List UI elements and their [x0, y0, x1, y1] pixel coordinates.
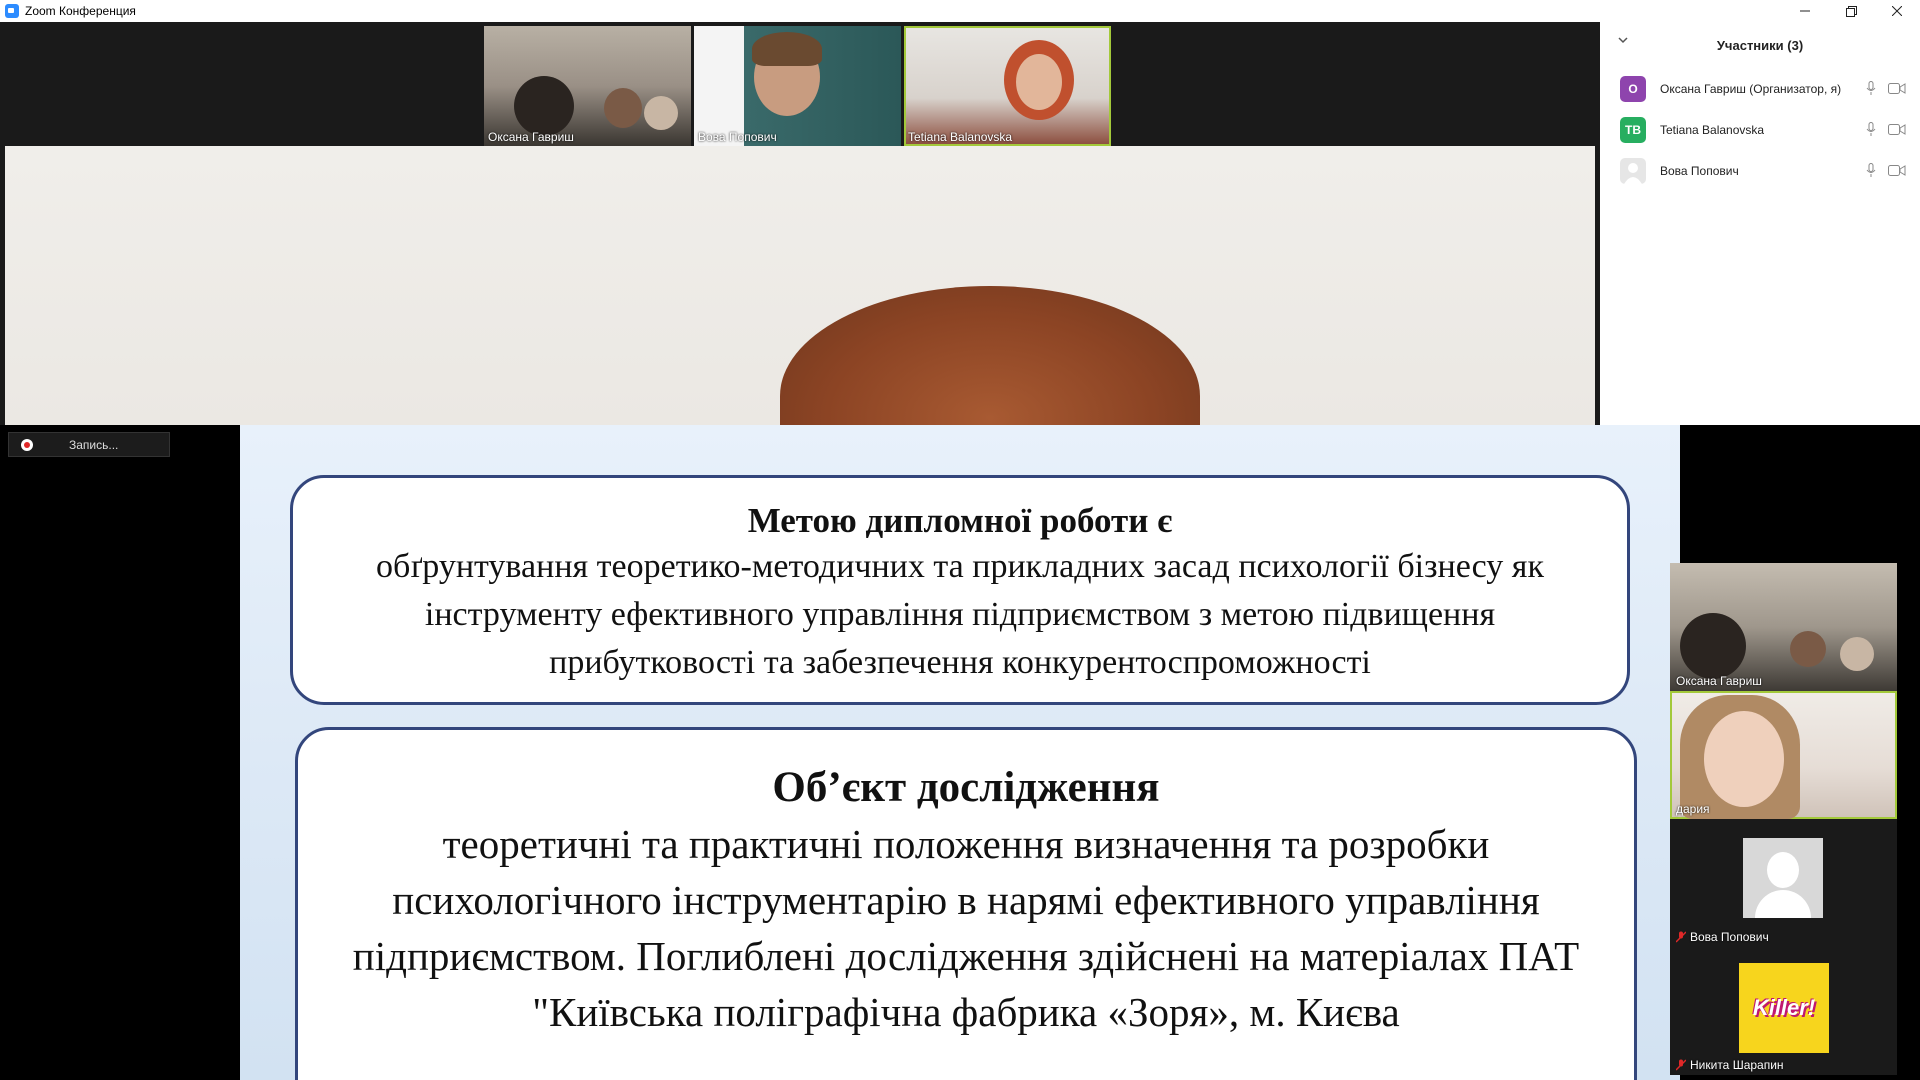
video-thumbnail[interactable]: Оксана Гавриш [484, 26, 691, 146]
participant-row[interactable]: Вова Попович [1600, 150, 1920, 191]
user-silhouette-icon [1624, 162, 1642, 184]
side-video-panel: Оксана Гавриш дария Вова Попович Killer!… [1670, 563, 1897, 1075]
muted-mic-icon [1676, 1059, 1686, 1071]
participant-row[interactable]: О Оксана Гавриш (Организатор, я) [1600, 68, 1920, 109]
close-icon [1892, 6, 1902, 16]
gallery-area: Оксана Гавриш Вова Попович Tetiana Balan… [0, 22, 1600, 425]
slide-heading: Метою дипломної роботи є [747, 501, 1173, 540]
video-thumbnail-active-speaker[interactable]: дария [1670, 691, 1897, 819]
recording-label: Запись... [69, 437, 119, 452]
participant-name: Оксана Гавриш [488, 130, 574, 144]
minimize-icon [1800, 10, 1810, 12]
recording-indicator[interactable]: Запись... [8, 432, 170, 457]
avatar: О [1620, 75, 1646, 102]
slide-text: обґрунтування теоретико-методичних та пр… [376, 548, 1544, 681]
restore-icon [1845, 5, 1857, 17]
record-icon [21, 438, 33, 451]
thumbnail-strip: Оксана Гавриш Вова Попович Tetiana Balan… [484, 26, 1111, 146]
slide-heading: Об’єкт дослідження [772, 764, 1160, 811]
participant-name: дария [1676, 802, 1710, 816]
slide-box-object: Об’єкт дослідження теоретичні та практич… [295, 727, 1637, 1080]
video-thumbnail[interactable]: Killer! Никита Шарапин [1670, 947, 1897, 1075]
participant-name: Оксана Гавриш [1676, 674, 1762, 688]
camera-icon[interactable] [1888, 82, 1906, 95]
chevron-down-icon[interactable] [1618, 36, 1628, 44]
participant-name: Вова Попович [698, 130, 777, 144]
default-avatar [1743, 838, 1823, 918]
minimize-button[interactable] [1782, 0, 1828, 22]
participant-name: Оксана Гавриш (Организатор, я) [1660, 81, 1842, 96]
video-thumbnail[interactable]: Оксана Гавриш [1670, 563, 1897, 691]
participant-name: Tetiana Balanovska [1660, 122, 1765, 137]
slide-box-goal: Метою дипломної роботи є обґрунтування т… [290, 475, 1630, 705]
muted-mic-icon [1676, 931, 1686, 943]
participant-name: Вова Попович [1690, 930, 1769, 944]
microphone-icon[interactable] [1866, 163, 1876, 178]
shared-screen-area: Запись... Метою дипломної роботи є обґру… [0, 425, 1920, 1080]
window-title: Zoom Конференция [25, 4, 136, 18]
participant-name: Никита Шарапин [1690, 1058, 1784, 1072]
slide-text: теоретичні та практичні положення визнач… [352, 821, 1580, 1035]
profile-picture: Killer! [1739, 963, 1829, 1053]
presentation-slide: Метою дипломної роботи є обґрунтування т… [240, 425, 1680, 1080]
participant-row[interactable]: ТВ Tetiana Balanovska [1600, 109, 1920, 150]
microphone-icon[interactable] [1866, 122, 1876, 137]
video-thumbnail[interactable]: Вова Попович [694, 26, 901, 146]
avatar [1620, 157, 1646, 184]
video-thumbnail[interactable]: Вова Попович [1670, 819, 1897, 947]
close-button[interactable] [1874, 0, 1920, 22]
participants-header: Участники (3) [1600, 22, 1920, 68]
participants-title: Участники (3) [1716, 37, 1804, 53]
video-thumbnail-active-speaker[interactable]: Tetiana Balanovska [904, 26, 1111, 146]
window-titlebar: Zoom Конференция [0, 0, 1920, 22]
main-speaker-video[interactable] [5, 146, 1595, 425]
window-controls [1782, 0, 1920, 22]
zoom-app-icon [5, 4, 19, 18]
participant-name: Tetiana Balanovska [908, 130, 1013, 144]
restore-button[interactable] [1828, 0, 1874, 22]
avatar: ТВ [1620, 116, 1646, 143]
camera-icon[interactable] [1888, 164, 1906, 177]
camera-icon[interactable] [1888, 123, 1906, 136]
microphone-icon[interactable] [1866, 81, 1876, 96]
participants-panel: Участники (3) О Оксана Гавриш (Организат… [1600, 22, 1920, 425]
participant-name: Вова Попович [1660, 163, 1739, 178]
